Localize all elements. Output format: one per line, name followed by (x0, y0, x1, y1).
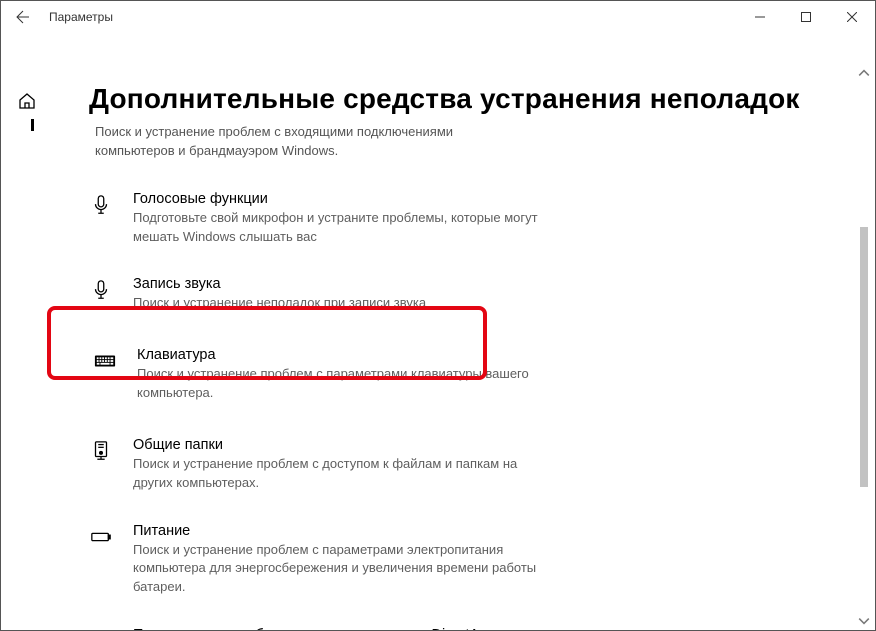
home-button[interactable] (17, 91, 37, 111)
main-panel: Дополнительные средства устранения непол… (53, 33, 875, 630)
item-text: Питание Поиск и устранение проблем с пар… (133, 523, 553, 598)
close-button[interactable] (829, 1, 875, 33)
microphone-icon (89, 278, 113, 302)
settings-window: Параметры Дополнительные средства устран… (0, 0, 876, 631)
scrollbar-thumb[interactable] (860, 227, 868, 487)
content-area: Дополнительные средства устранения непол… (1, 33, 875, 630)
first-item-desc: Поиск и устранение проблем с входящими п… (95, 123, 515, 161)
item-title: Клавиатура (137, 347, 557, 363)
titlebar-left: Параметры (15, 9, 113, 25)
battery-icon (89, 525, 113, 549)
minimize-button[interactable] (737, 1, 783, 33)
item-title: Запись звука (133, 276, 426, 292)
keyboard-icon (93, 349, 117, 373)
item-voice[interactable]: Голосовые функции Подготовьте свой микро… (89, 185, 855, 253)
briefcase-network-icon (89, 629, 113, 630)
item-desc: Подготовьте свой микрофон и устраните пр… (133, 209, 553, 247)
scrollbar[interactable] (856, 67, 872, 627)
item-keyboard[interactable]: Клавиатура Поиск и устранение проблем с … (89, 337, 855, 413)
item-shared-folders[interactable]: Общие папки Поиск и устранение проблем с… (89, 431, 855, 499)
titlebar: Параметры (1, 1, 875, 33)
item-power[interactable]: Питание Поиск и устранение проблем с пар… (89, 517, 855, 604)
item-text: Голосовые функции Подготовьте свой микро… (133, 191, 553, 247)
item-text: Клавиатура Поиск и устранение проблем с … (137, 347, 557, 403)
item-recording[interactable]: Запись звука Поиск и устранение неполадо… (89, 270, 855, 319)
scroll-up-arrow[interactable] (858, 67, 870, 79)
item-title: Общие папки (133, 437, 553, 453)
microphone-icon (89, 193, 113, 217)
page-title: Дополнительные средства устранения непол… (89, 83, 855, 115)
item-text: Подключение к рабочему месту с помощью D… (133, 627, 516, 630)
item-desc: Поиск и устранение проблем с параметрами… (133, 541, 553, 598)
item-title: Голосовые функции (133, 191, 553, 207)
item-directaccess[interactable]: Подключение к рабочему месту с помощью D… (89, 621, 855, 630)
item-title: Подключение к рабочему месту с помощью D… (133, 627, 516, 630)
item-title: Питание (133, 523, 553, 539)
window-title: Параметры (49, 10, 113, 24)
back-button[interactable] (15, 9, 31, 25)
window-controls (737, 1, 875, 32)
scroll-down-arrow[interactable] (858, 615, 870, 627)
maximize-button[interactable] (783, 1, 829, 33)
item-text: Общие папки Поиск и устранение проблем с… (133, 437, 553, 493)
item-desc: Поиск и устранение проблем с параметрами… (137, 365, 557, 403)
item-text: Запись звука Поиск и устранение неполадо… (133, 276, 426, 313)
server-icon (89, 439, 113, 463)
troubleshooter-list: Голосовые функции Подготовьте свой микро… (89, 185, 855, 630)
item-desc: Поиск и устранение неполадок при записи … (133, 294, 426, 313)
sidebar (1, 33, 53, 630)
sidebar-indicator (31, 119, 34, 131)
item-desc: Поиск и устранение проблем с доступом к … (133, 455, 553, 493)
